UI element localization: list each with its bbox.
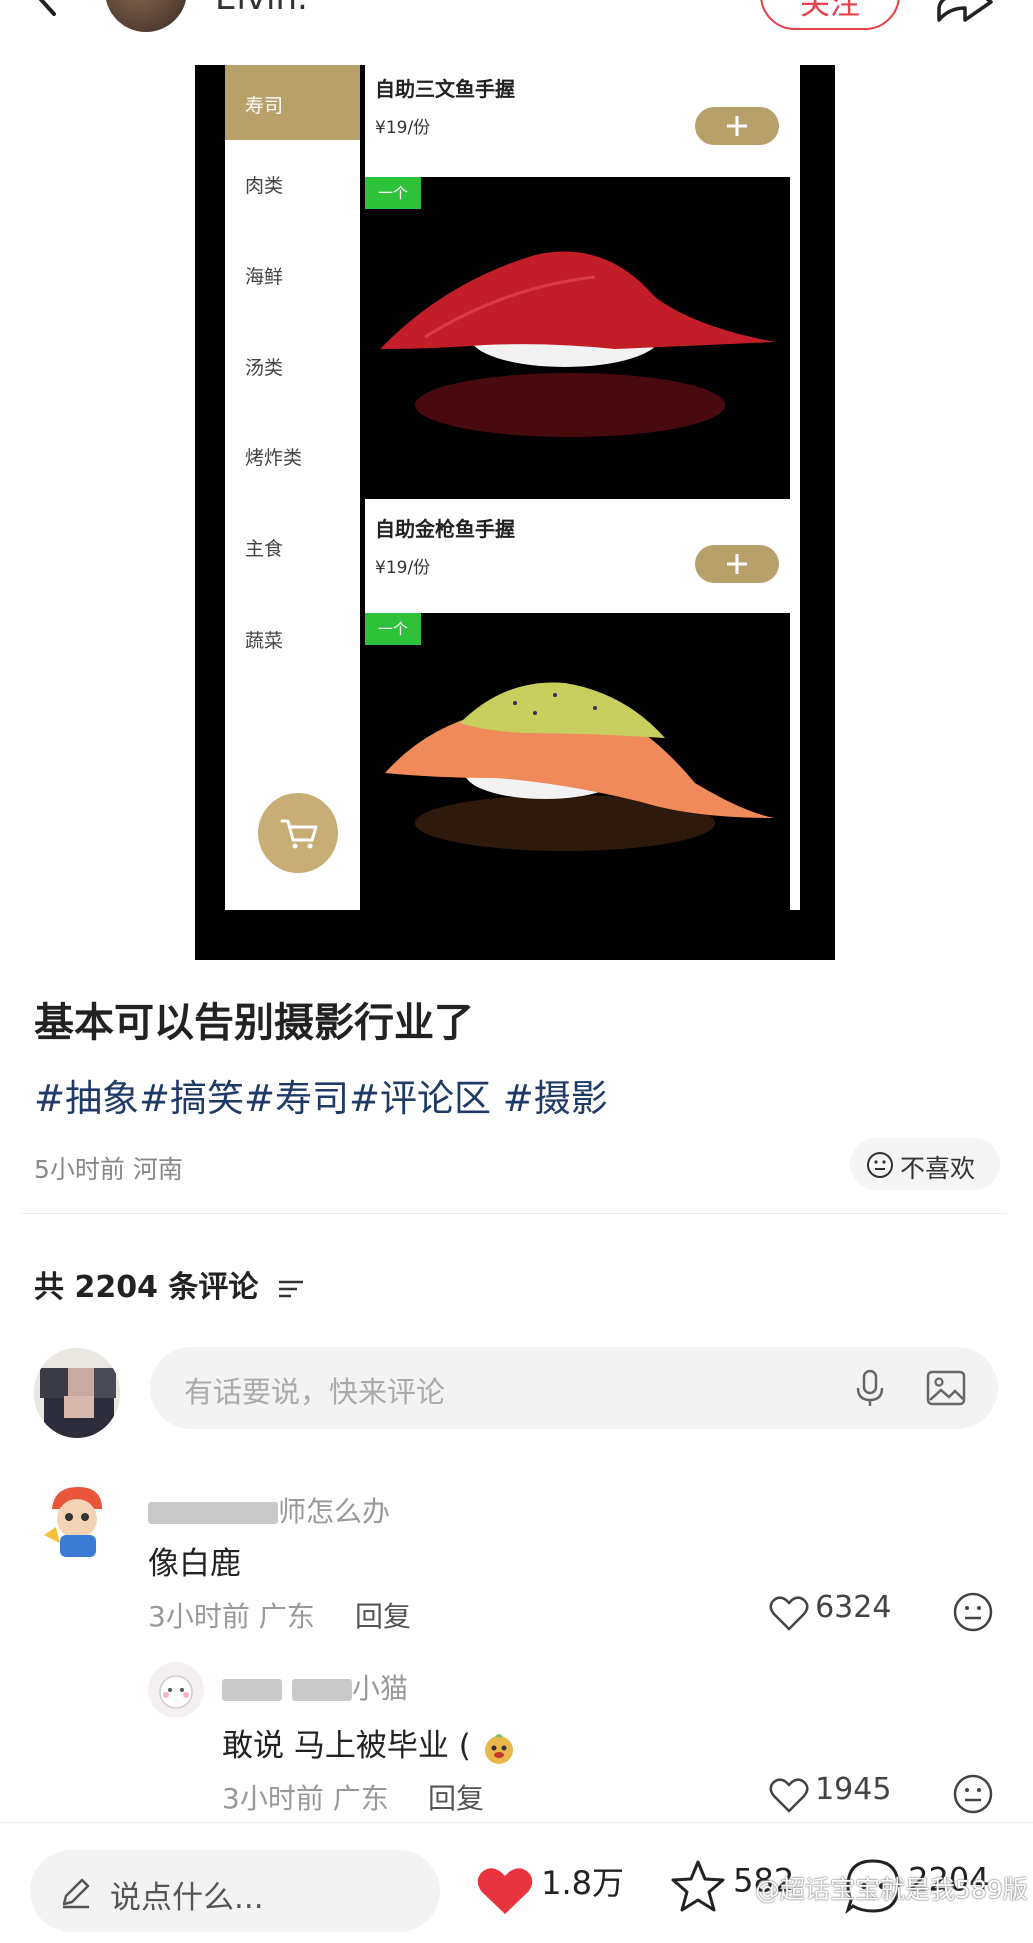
category-sushi: 寿司 [225,65,360,140]
post-title: 基本可以告别摄影行业了 [34,1000,474,1046]
commenter-avatar[interactable] [34,1475,120,1561]
category-vegetable: 蔬菜 [245,630,284,652]
post-tags[interactable]: #抽象#搞笑#寿司#评论区 #摄影 [34,1068,608,1122]
category-staple: 主食 [245,538,284,560]
like-button[interactable]: 1.8万 [474,1858,624,1918]
back-arrow-icon[interactable] [18,0,68,20]
salmon-sushi-photo: 一个 [365,177,790,499]
watermark: @超话宝宝就是我589版 [755,1875,1028,1904]
cart-icon [258,793,338,873]
dish-price: ¥19/份 [375,118,431,138]
image-icon[interactable] [925,1367,967,1409]
microphone-icon[interactable] [850,1368,890,1408]
commenter-name[interactable]: 师怎么办 [148,1490,390,1530]
tuna-sushi-photo: 一个 [365,613,790,910]
share-icon[interactable] [935,0,995,22]
sort-icon[interactable] [277,1277,307,1301]
pencil-icon [62,1878,90,1909]
category-sidebar: 寿司 肉类 海鲜 汤类 烤炸类 主食 蔬菜 [225,65,360,910]
neutral-face-icon[interactable] [952,1773,994,1815]
post-image[interactable]: 寿司 肉类 海鲜 汤类 烤炸类 主食 蔬菜 自助三文鱼手握 ¥19/份 一个 自… [195,65,835,960]
heart-outline-icon [769,1778,809,1813]
replier-avatar[interactable] [148,1662,204,1718]
dish-badge: 一个 [365,613,421,645]
neutral-face-icon[interactable] [952,1591,994,1633]
like-count: 1.8万 [541,1864,624,1902]
dislike-button[interactable]: 不喜欢 [850,1138,1000,1190]
comment-count: 共 2204 条评论 [34,1262,307,1306]
post-time-location: 5小时前 河南 [34,1155,183,1184]
author-avatar[interactable] [105,0,187,32]
reply-meta: 3小时前 广东 [222,1782,389,1815]
neutral-face-icon [867,1152,893,1178]
dish-list: 自助三文鱼手握 ¥19/份 一个 自助金枪鱼手握 ¥19/份 一个 [365,65,800,910]
category-meat: 肉类 [245,175,284,197]
star-icon [671,1860,725,1912]
dish-price: ¥19/份 [375,558,431,578]
heart-filled-icon [477,1867,533,1914]
heart-outline-icon [769,1596,809,1631]
reply-button[interactable]: 回复 [428,1777,484,1817]
comment-meta: 3小时前 广东 [148,1600,315,1633]
reply-button[interactable]: 回复 [355,1595,411,1635]
say-something-placeholder: 说点什么... [110,1880,264,1916]
replier-name[interactable]: 小猫 [222,1667,408,1707]
my-avatar[interactable] [34,1348,120,1438]
divider [22,1213,1007,1214]
dish-name: 自助三文鱼手握 [375,77,515,101]
dish-badge: 一个 [365,177,421,209]
emoji-sticker-icon [484,1733,513,1764]
dislike-label: 不喜欢 [900,1154,976,1183]
add-dish-button [695,107,779,145]
author-name[interactable]: Elvin. [215,0,308,18]
category-seafood: 海鲜 [245,266,284,288]
dish-name: 自助金枪鱼手握 [375,517,515,541]
category-grilled: 烤炸类 [245,447,303,469]
comment-text: 像白鹿 [148,1546,241,1582]
reply-text: 敢说 马上被毕业 ( [222,1720,517,1766]
follow-button[interactable]: 关注 [760,0,900,30]
add-dish-button [695,545,779,583]
comment-like-count: 6324 [815,1590,892,1625]
reply-like-button[interactable]: 1945 [768,1772,891,1815]
reply-like-count: 1945 [815,1772,892,1807]
category-soup: 汤类 [245,357,284,379]
comment-like-button[interactable]: 6324 [768,1590,891,1633]
